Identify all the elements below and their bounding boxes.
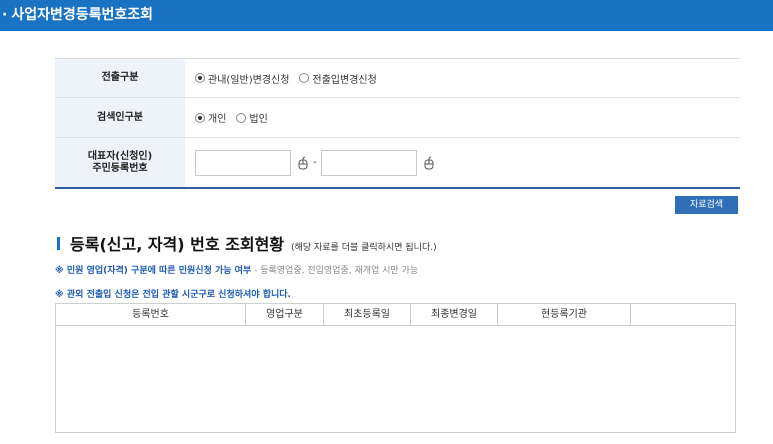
radio-unselected-icon	[236, 112, 247, 123]
radio-transfer-change[interactable]: 전출입변경신청	[299, 71, 377, 86]
results-table-header: 등록번호 영업구분 최초등록일 최종변경일 현등록기관	[56, 304, 735, 326]
ssn-front-input[interactable]	[195, 149, 291, 176]
form-row-resident-number: 대표자(신청인) 주민등록번호 -	[55, 138, 740, 189]
form-row-searcher-type: 검색인구분 개인 법인	[55, 98, 740, 138]
search-form: 전출구분 관내(일반)변경신청 전출입변경신청 검색인구분 개인 법인 대표자(…	[55, 58, 740, 189]
radio-corporation-label: 법인	[249, 114, 268, 125]
resident-number-label-line1: 대표자(신청인)	[87, 150, 153, 162]
section-title-bar	[57, 236, 60, 250]
ssn-back-input[interactable]	[320, 149, 417, 176]
results-subtitle: (해당 자료를 더블 클릭하시면 됩니다.)	[291, 243, 437, 253]
notice-eligibility: ※ 민원 영업(자격) 구분에 따른 민원신청 가능 여부 - 등록영업중, 전…	[55, 263, 418, 276]
column-header-blank	[631, 304, 735, 325]
results-table[interactable]: 등록번호 영업구분 최초등록일 최종변경일 현등록기관	[55, 303, 736, 433]
page-title-bar: · 사업자변경등록번호조회	[0, 0, 773, 31]
column-header-first-registration-date[interactable]: 최초등록일	[324, 304, 411, 325]
searcher-type-label: 검색인구분	[55, 98, 185, 137]
notice-transfer: ※ 관외 전출입 신청은 전입 관할 시군구로 신청하셔야 합니다.	[55, 290, 291, 300]
results-title: 등록(신고, 자격) 번호 조회현황	[70, 235, 285, 254]
notice-eligibility-bold: ※ 민원 영업(자격) 구분에 따른 민원신청 가능 여부	[55, 266, 252, 276]
virtual-keyboard-icon[interactable]	[297, 156, 309, 170]
column-header-registration-number[interactable]: 등록번호	[56, 304, 246, 325]
radio-individual[interactable]: 개인	[195, 110, 226, 125]
radio-selected-icon	[195, 112, 205, 123]
results-section-title: 등록(신고, 자격) 번호 조회현황 (해당 자료를 더블 클릭하시면 됩니다.…	[57, 231, 437, 255]
resident-number-label: 대표자(신청인) 주민등록번호	[55, 138, 185, 187]
ssn-separator: -	[313, 157, 317, 168]
column-header-business-type[interactable]: 영업구분	[246, 304, 324, 325]
search-button[interactable]: 자료검색	[675, 196, 738, 214]
virtual-keyboard-icon[interactable]	[423, 156, 435, 170]
radio-internal-change-label: 관내(일반)변경신청	[208, 74, 290, 86]
transfer-type-label: 전출구분	[55, 59, 185, 97]
radio-unselected-icon	[299, 73, 310, 83]
radio-individual-label: 개인	[208, 114, 227, 125]
form-row-transfer-type: 전출구분 관내(일반)변경신청 전출입변경신청	[55, 59, 740, 98]
resident-number-label-line2: 주민등록번호	[92, 162, 148, 174]
radio-internal-change[interactable]: 관내(일반)변경신청	[195, 71, 289, 86]
column-header-current-registration-agency[interactable]: 현등록기관	[498, 304, 631, 325]
page-title: 사업자변경등록번호조회	[11, 7, 154, 23]
notice-eligibility-detail: - 등록영업중, 전입영업중, 재개업 시만 가능	[251, 266, 419, 276]
radio-selected-icon	[195, 73, 205, 83]
title-bullet: ·	[2, 7, 8, 23]
radio-corporation[interactable]: 법인	[236, 110, 268, 125]
radio-transfer-change-label: 전출입변경신청	[312, 74, 377, 86]
column-header-last-change-date[interactable]: 최종변경일	[411, 304, 498, 325]
